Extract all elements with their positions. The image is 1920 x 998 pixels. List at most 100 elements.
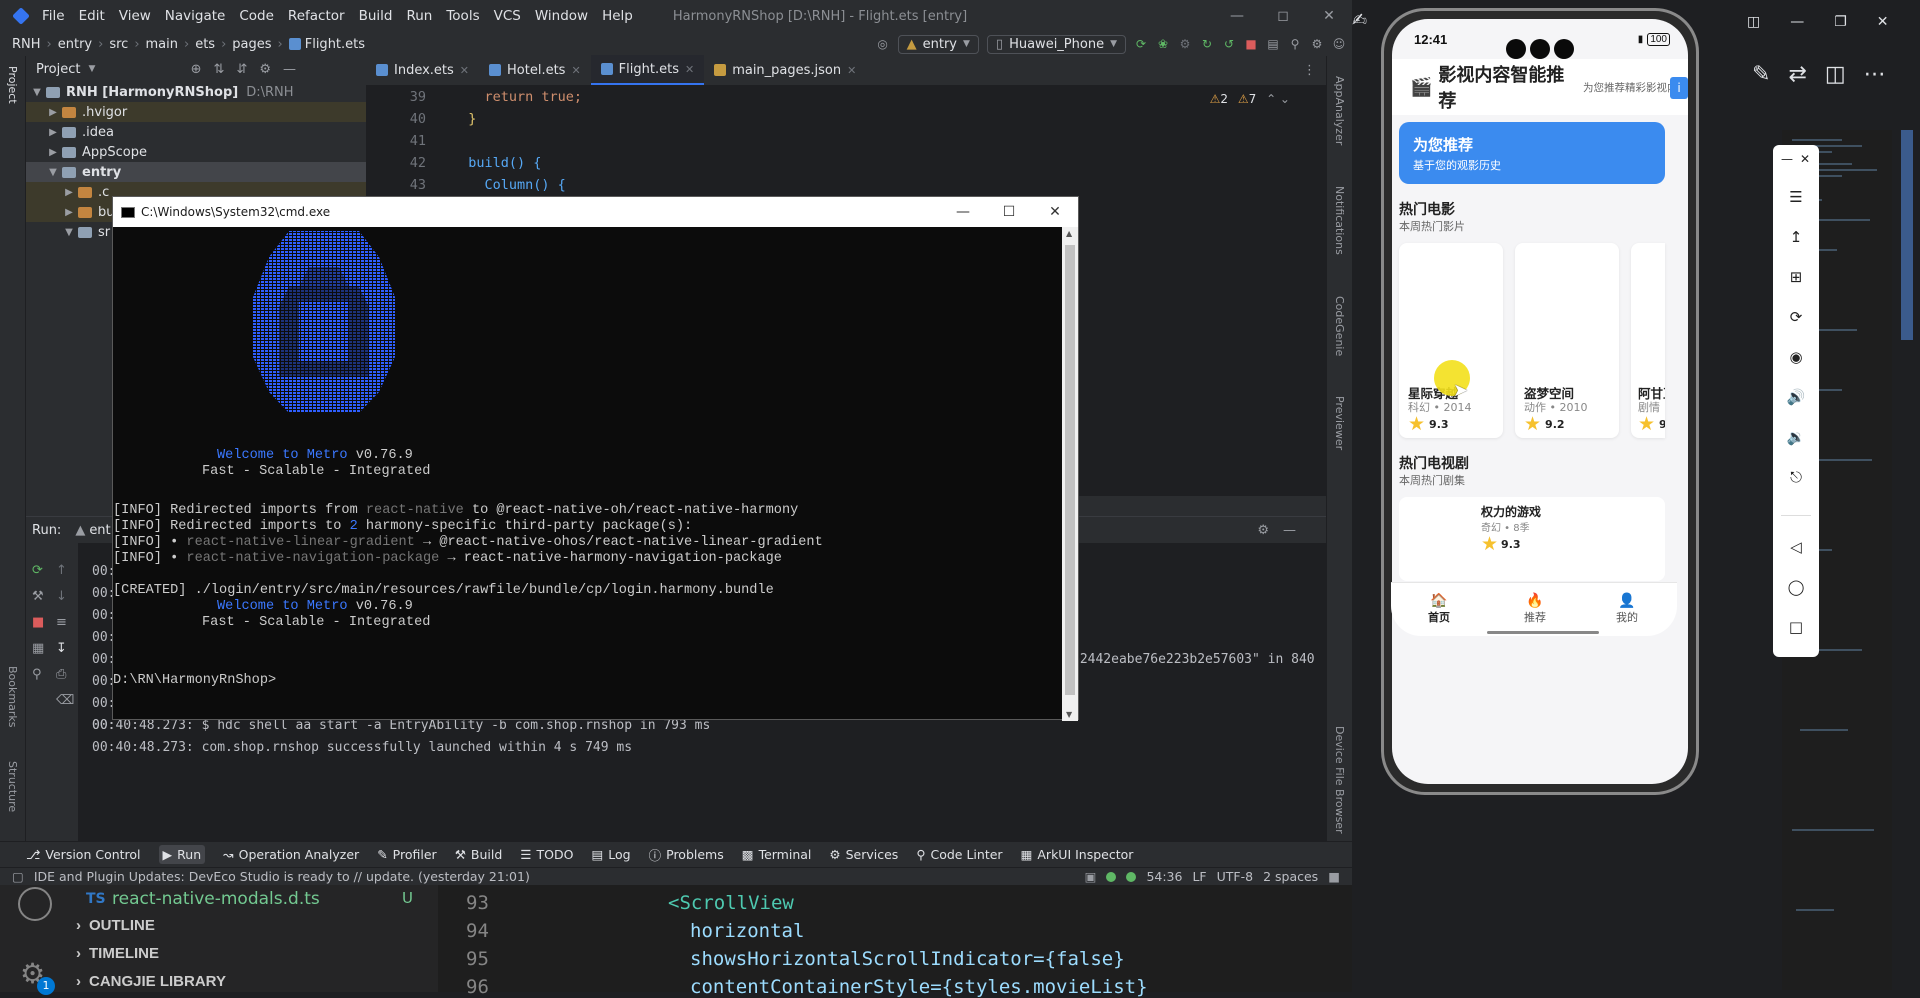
close-icon[interactable]: ✕ <box>1032 197 1078 227</box>
line-separator[interactable]: LF <box>1192 869 1206 884</box>
edit-icon[interactable]: ✎ <box>1752 62 1770 87</box>
debug-icon[interactable]: ❀ <box>1156 37 1170 51</box>
maximize-icon[interactable]: ◻ <box>1260 0 1306 32</box>
scroll-up-icon[interactable]: ↑ <box>56 563 67 578</box>
tree-item-hvigor[interactable]: ▶ .hvigor <box>26 102 366 122</box>
settings-icon[interactable]: ⚙ <box>1310 37 1324 51</box>
expand-all-icon[interactable]: ⇅ <box>214 62 225 77</box>
tool-run[interactable]: ▶ Run <box>158 845 206 864</box>
minimize-icon[interactable]: — <box>1214 0 1260 32</box>
apply-changes-icon[interactable]: ↻ <box>1200 37 1214 51</box>
collapse-all-icon[interactable]: ⇵ <box>236 62 247 77</box>
home-circle-icon[interactable]: ◯ <box>1786 577 1806 597</box>
screenshot-icon[interactable]: ⎋ <box>1786 467 1806 487</box>
tab-recommend[interactable]: 🔥 推荐 <box>1505 593 1565 625</box>
info-icon[interactable]: i <box>1670 77 1688 99</box>
project-tool-label[interactable]: Project <box>6 66 19 104</box>
menu-view[interactable]: View <box>119 8 151 24</box>
back-icon[interactable]: ◁ <box>1786 537 1806 557</box>
menu-window[interactable]: Window <box>535 8 588 24</box>
vscode-scrollbar[interactable] <box>1901 130 1913 340</box>
structure-tool-label[interactable]: Structure <box>6 761 19 812</box>
maximize-icon[interactable]: ☐ <box>986 197 1032 227</box>
tool-code-linter[interactable]: ⚲ Code Linter <box>916 847 1002 862</box>
minimize-icon[interactable]: — <box>940 197 986 227</box>
account-icon[interactable] <box>18 887 52 921</box>
volume-down-icon[interactable]: 🔉 <box>1786 427 1806 447</box>
menu-refactor[interactable]: Refactor <box>288 8 345 24</box>
tab-home[interactable]: 🏠 首页 <box>1409 593 1469 625</box>
memory-icon[interactable]: ▣ <box>1085 869 1097 884</box>
hide-icon[interactable]: — <box>283 62 296 77</box>
menu-icon[interactable]: ☰ <box>1786 187 1806 207</box>
tv-card[interactable]: 权力的游戏 奇幻 • 8季 ★ 9.3 <box>1399 497 1665 581</box>
breadcrumb-item[interactable]: entry <box>58 37 92 52</box>
close-icon[interactable]: ✕ <box>685 63 694 76</box>
tab-index[interactable]: Index.ets ✕ <box>366 55 479 85</box>
trash-icon[interactable]: ⌫ <box>56 693 74 708</box>
panel-toggle-icon[interactable]: ▢ <box>12 869 24 884</box>
tool-services[interactable]: ⚙ Services <box>829 847 898 862</box>
menu-file[interactable]: File <box>42 8 65 24</box>
breadcrumb-item[interactable]: main <box>146 37 178 52</box>
tree-item-appscope[interactable]: ▶ AppScope <box>26 142 366 162</box>
rerun-icon[interactable]: ⟳ <box>32 563 43 578</box>
close-icon[interactable]: ✕ <box>460 64 469 77</box>
run-config-select[interactable]: ▲ entry ▼ <box>897 34 979 54</box>
tool-terminal[interactable]: ▩ Terminal <box>742 847 812 862</box>
account-icon[interactable]: ☺ <box>1332 37 1346 51</box>
soft-wrap-icon[interactable]: ≡ <box>56 615 67 630</box>
tab-main-pages[interactable]: main_pages.json ✕ <box>704 55 866 85</box>
tool-operation-analyzer[interactable]: ↝ Operation Analyzer <box>223 847 359 862</box>
gear-icon[interactable]: ⚙ <box>1257 523 1269 538</box>
location-icon[interactable]: ◉ <box>1786 347 1806 367</box>
tree-item-idea[interactable]: ▶ .idea <box>26 122 366 142</box>
minimize-icon[interactable]: — <box>1777 149 1797 169</box>
hide-icon[interactable]: — <box>1283 523 1296 538</box>
breadcrumb-item[interactable]: pages <box>232 37 271 52</box>
breadcrumb-item[interactable]: RNH <box>12 37 41 52</box>
chat-icon[interactable]: ✍ <box>1352 10 1376 34</box>
target-icon[interactable]: ◎ <box>876 37 890 51</box>
tool-arkui-inspector[interactable]: ▦ ArkUI Inspector <box>1021 847 1134 862</box>
run-tab[interactable]: ent <box>89 523 110 538</box>
close-icon[interactable]: ✕ <box>571 64 580 77</box>
close-icon[interactable]: ✕ <box>1795 149 1815 169</box>
timeline-section[interactable]: › TIMELINE <box>76 945 159 962</box>
restore-icon[interactable]: ❐ <box>1834 14 1847 30</box>
device-manager-icon[interactable]: ▤ <box>1266 37 1280 51</box>
movie-card[interactable]: 盗梦空间 动作 • 2010 ★ 9.2 <box>1515 243 1619 438</box>
breadcrumb-item[interactable]: src <box>109 37 128 52</box>
cangjie-section[interactable]: › CANGJIE LIBRARY <box>76 973 226 990</box>
tree-item-entry[interactable]: ▼ entry <box>26 162 366 182</box>
tab-hotel[interactable]: Hotel.ets ✕ <box>479 55 591 85</box>
close-icon[interactable]: ✕ <box>1877 14 1889 30</box>
codegenie-tool-label[interactable]: CodeGenie <box>1333 296 1346 356</box>
project-panel-title[interactable]: Project <box>36 62 80 77</box>
tool-log[interactable]: ▤ Log <box>591 847 630 862</box>
split-editor-icon[interactable]: ◫ <box>1825 62 1846 87</box>
volume-up-icon[interactable]: 🔊 <box>1786 387 1806 407</box>
breadcrumb-item[interactable]: Flight.ets <box>305 37 365 52</box>
device-file-browser-tool-label[interactable]: Device File Browser <box>1333 726 1346 834</box>
rerun-icon[interactable]: ⟳ <box>1134 37 1148 51</box>
recents-icon[interactable]: □ <box>1786 617 1806 637</box>
breadcrumb-item[interactable]: ets <box>195 37 215 52</box>
tool-profiler[interactable]: ✎ Profiler <box>377 847 437 862</box>
more-icon[interactable]: ⋯ <box>1864 62 1886 87</box>
stop-icon[interactable]: ■ <box>1244 37 1258 51</box>
cursor-position[interactable]: 54:36 <box>1146 869 1182 884</box>
stop-icon[interactable]: ■ <box>32 615 44 630</box>
cmd-output[interactable]: Welcome to Metro v0.76.9 Fast - Scalable… <box>113 227 1064 721</box>
lock-icon[interactable]: ■ <box>1328 869 1340 884</box>
menu-help[interactable]: Help <box>602 8 633 24</box>
wrench-icon[interactable]: ⚒ <box>32 589 44 604</box>
tree-item-root[interactable]: ▼ RNH [HarmonyRNShop] D:\RNH <box>26 82 366 102</box>
code-area[interactable]: return true; } build() { Column() { <box>452 86 582 196</box>
menu-run[interactable]: Run <box>406 8 432 24</box>
gear-icon[interactable]: ⚙ <box>259 62 271 77</box>
tool-todo[interactable]: ☰ TODO <box>520 847 573 862</box>
rotate-icon[interactable]: ⟳ <box>1786 307 1806 327</box>
compare-icon[interactable]: ⇄ <box>1788 62 1806 87</box>
menu-edit[interactable]: Edit <box>79 8 105 24</box>
